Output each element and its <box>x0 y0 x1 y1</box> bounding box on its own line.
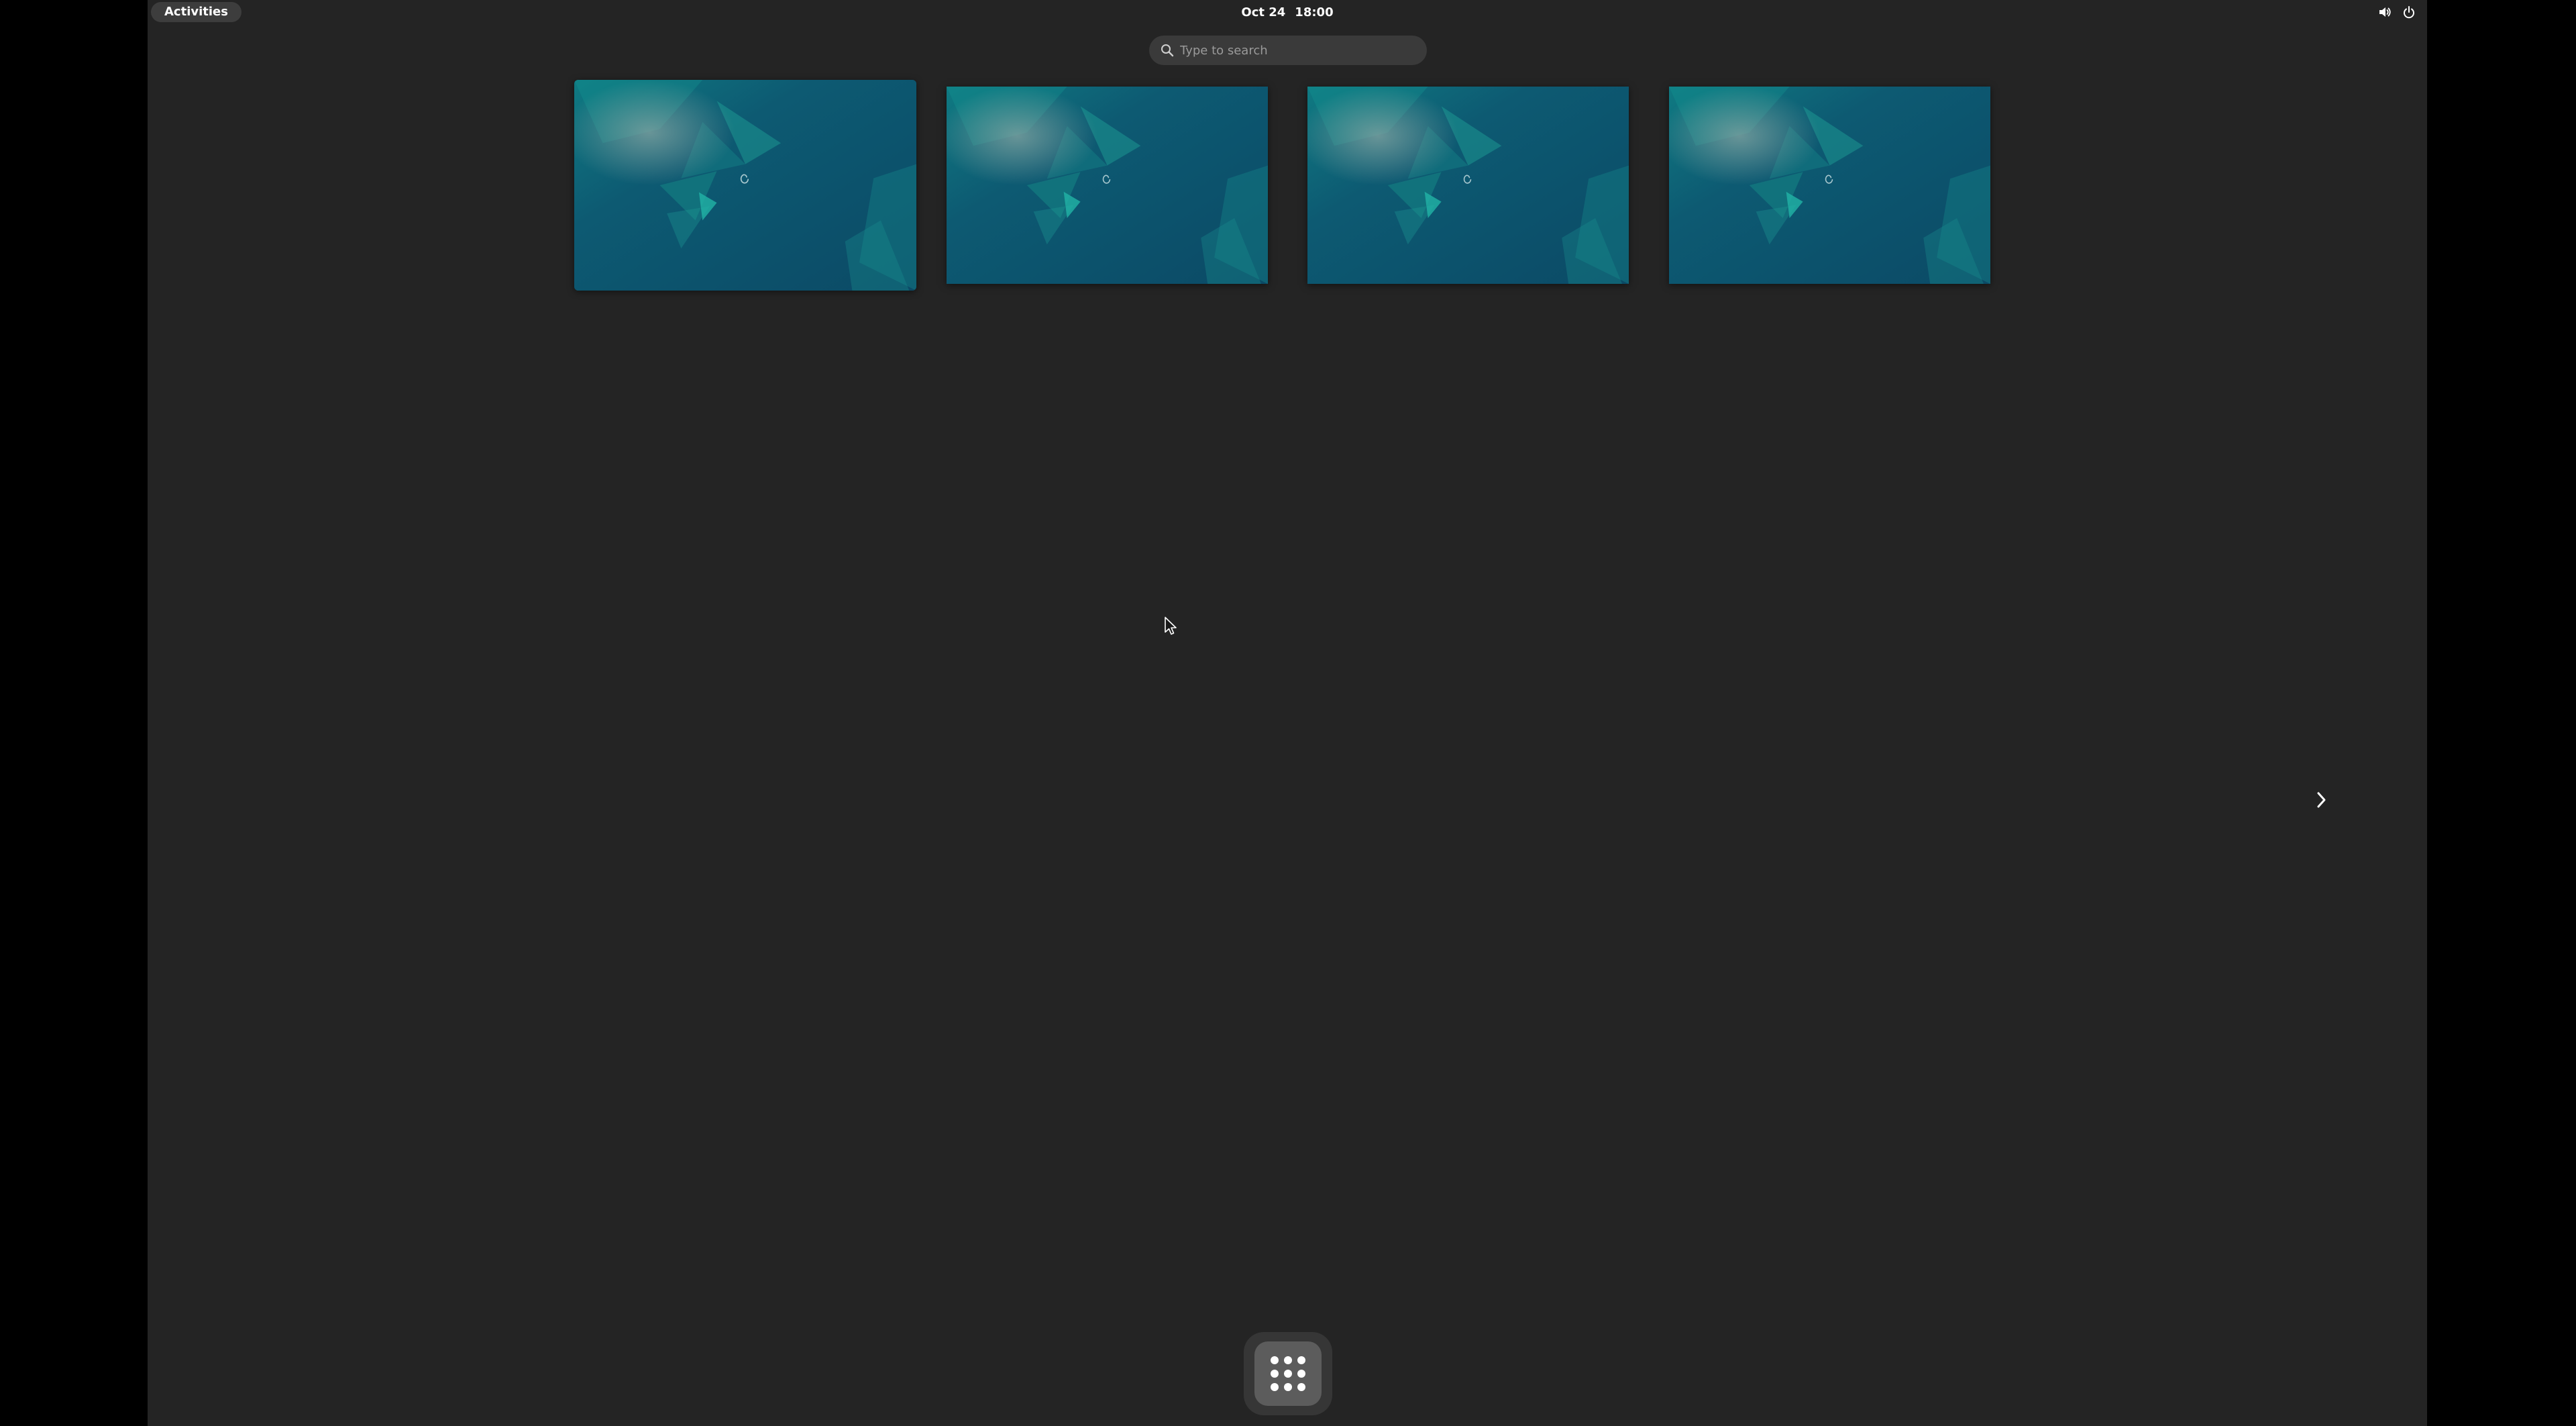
clock-time: 18:00 <box>1295 5 1334 19</box>
workspace-thumbnail-2[interactable] <box>947 87 1268 284</box>
power-icon <box>2404 6 2414 19</box>
workspace-thumbnail-4[interactable] <box>1669 87 1990 284</box>
dash <box>1244 1332 1332 1415</box>
search-input[interactable] <box>1180 36 1415 65</box>
wallpaper-image <box>1669 87 1990 284</box>
wallpaper-image <box>574 80 916 291</box>
mouse-pointer-icon <box>1165 617 1177 635</box>
show-apps-button[interactable] <box>1254 1341 1322 1406</box>
workspace-thumbnail-3[interactable] <box>1307 87 1629 284</box>
top-bar: Activities Oct 24 18:00 <box>148 0 2427 25</box>
wallpaper-image <box>947 87 1268 284</box>
app-grid-icon <box>1271 1356 1305 1391</box>
search-entry[interactable] <box>1149 36 1427 65</box>
clock-button[interactable]: Oct 24 18:00 <box>148 0 2427 25</box>
workspace-thumbnail-1[interactable] <box>574 80 916 291</box>
search-icon <box>1161 44 1174 57</box>
chevron-right-icon[interactable] <box>2308 786 2334 813</box>
wallpaper-image <box>1307 87 1629 284</box>
desktop-overview: Activities Oct 24 18:00 <box>148 0 2427 1426</box>
clock-date: Oct 24 <box>1241 5 1286 19</box>
volume-icon <box>2379 7 2391 17</box>
system-status-menu[interactable] <box>2372 2 2422 22</box>
